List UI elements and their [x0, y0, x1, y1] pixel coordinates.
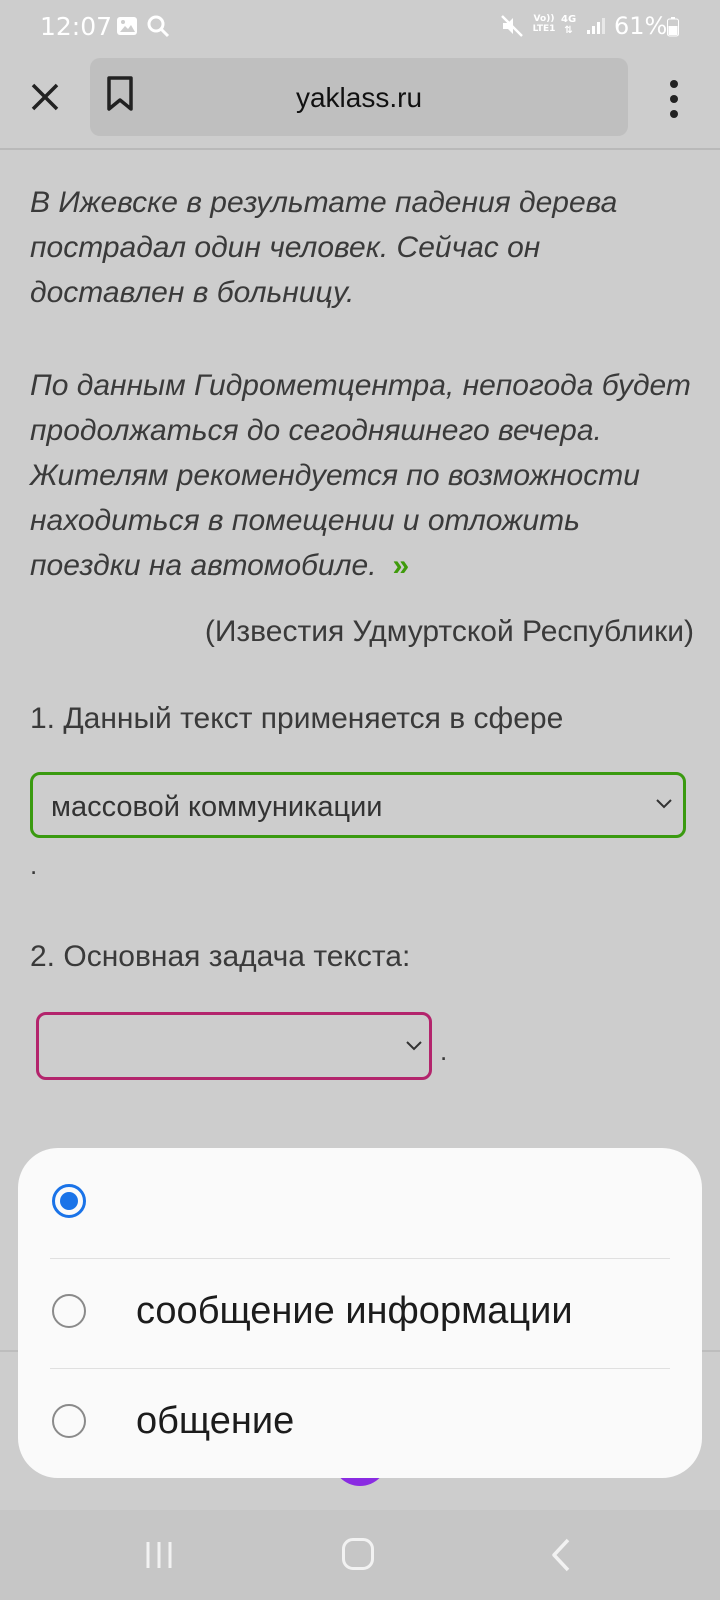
close-button[interactable]	[22, 74, 68, 120]
back-icon[interactable]	[550, 1538, 572, 1577]
chevron-down-icon	[655, 797, 673, 815]
question-2-label: 2. Основная задача текста:	[30, 940, 411, 973]
option-communication[interactable]: общение	[18, 1368, 702, 1478]
option-label: общение	[136, 1400, 295, 1442]
recent-apps-icon[interactable]	[144, 1540, 174, 1575]
network-type-label: 4G ⇅	[561, 14, 577, 36]
search-icon	[146, 14, 170, 42]
mute-icon	[500, 14, 524, 42]
question-1-label: 1. Данный текст применяется в сфере	[30, 702, 564, 735]
article-paragraph-2: По данным Гидрометцентра, непогода будет…	[30, 363, 692, 588]
radio-button[interactable]	[52, 1294, 86, 1328]
question-1-trailing-dot: .	[30, 850, 38, 880]
quote-close-mark: »	[392, 549, 410, 582]
article-paragraph-2-text: По данным Гидрометцентра, непогода будет…	[30, 369, 691, 582]
battery-percent: 61%	[614, 12, 668, 40]
chevron-down-icon	[405, 1039, 423, 1057]
option-message-information[interactable]: сообщение информации	[18, 1258, 702, 1368]
select-options-popup: сообщение информации общение	[18, 1148, 702, 1478]
more-menu-button[interactable]	[656, 76, 692, 122]
question-1-select[interactable]: массовой коммуникации	[30, 772, 686, 838]
radio-button-selected[interactable]	[52, 1184, 86, 1218]
menu-dot-icon	[670, 95, 678, 103]
status-time: 12:07	[40, 12, 113, 41]
menu-dot-icon	[670, 80, 678, 88]
address-bar[interactable]: yaklass.ru	[90, 58, 628, 136]
article-source: (Известия Удмуртской Республики)	[204, 615, 694, 648]
volte-label: Vo)) LTE1	[532, 14, 556, 34]
signal-icon	[586, 15, 608, 39]
status-bar: 12:07 Vo)) LTE1 4G ⇅ 61%	[0, 0, 720, 52]
question-2-select[interactable]	[36, 1012, 432, 1080]
article-paragraph-1: В Ижевске в результате падения дерева по…	[30, 186, 618, 309]
network-type-text: 4G	[561, 14, 577, 25]
question-2-trailing-dot: .	[440, 1036, 448, 1066]
question-1-selected-value: массовой коммуникации	[51, 791, 383, 823]
home-icon[interactable]	[342, 1538, 374, 1570]
system-nav-bar	[0, 1510, 720, 1600]
menu-dot-icon	[670, 110, 678, 118]
gallery-icon	[116, 16, 138, 40]
battery-icon	[667, 17, 679, 41]
url-text: yaklass.ru	[295, 82, 423, 113]
radio-button[interactable]	[52, 1404, 86, 1438]
option-empty[interactable]	[18, 1148, 702, 1258]
browser-toolbar: yaklass.ru	[0, 52, 720, 150]
close-icon	[31, 83, 59, 111]
option-label: сообщение информации	[136, 1290, 573, 1332]
